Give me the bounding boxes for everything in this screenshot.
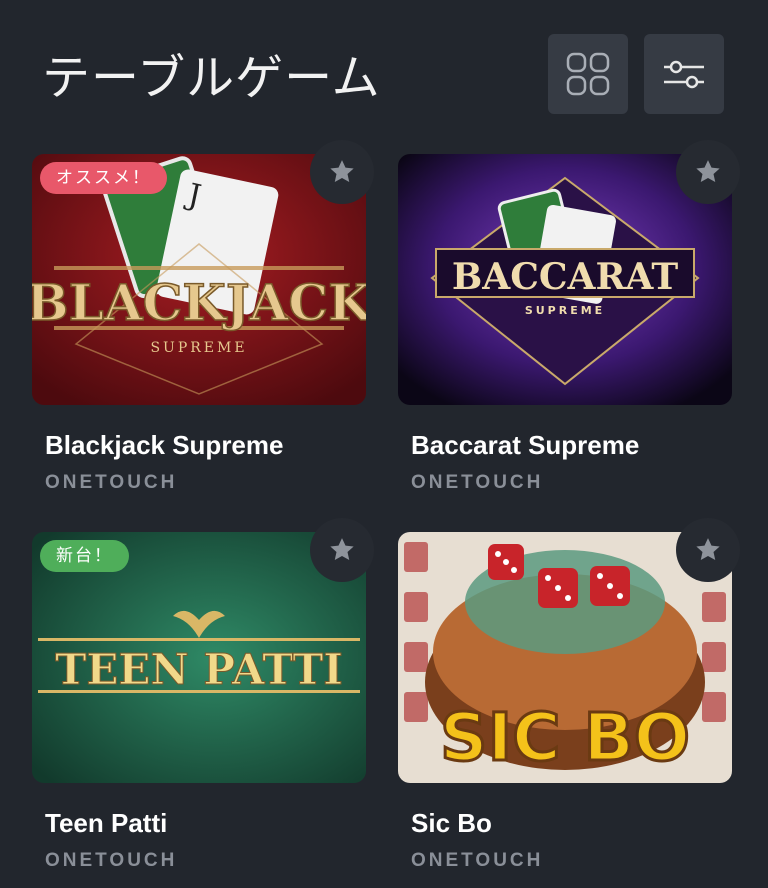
art-title: BLACKJACK — [32, 273, 366, 332]
badge-recommended: オススメ！ — [40, 162, 167, 194]
game-provider: ONETOUCH — [45, 850, 178, 871]
game-name[interactable]: Sic Bo — [411, 808, 492, 839]
page-title: テーブルゲーム — [42, 50, 381, 106]
game-provider: ONETOUCH — [411, 472, 544, 493]
game-provider: ONETOUCH — [411, 850, 544, 871]
favorite-button[interactable] — [310, 140, 374, 204]
star-icon — [330, 160, 354, 182]
badge-new: 新台！ — [40, 540, 129, 572]
filter-button[interactable] — [644, 34, 724, 114]
game-name[interactable]: Teen Patti — [45, 808, 167, 839]
art-title: TEEN PATTI — [55, 645, 343, 694]
grid-view-button[interactable] — [548, 34, 628, 114]
favorite-button[interactable] — [676, 140, 740, 204]
star-icon — [696, 160, 720, 182]
filter-sliders-icon — [664, 60, 704, 89]
favorite-button[interactable] — [676, 518, 740, 582]
star-icon — [696, 538, 720, 560]
favorite-button[interactable] — [310, 518, 374, 582]
star-icon — [330, 538, 354, 560]
game-name[interactable]: Blackjack Supreme — [45, 430, 283, 461]
game-name[interactable]: Baccarat Supreme — [411, 430, 639, 461]
grid-view-icon — [566, 52, 610, 96]
art-subtitle: SUPREME — [525, 304, 605, 317]
game-provider: ONETOUCH — [45, 472, 178, 493]
art-title: BACCARAT — [452, 256, 678, 298]
art-title: SIC BO — [440, 699, 690, 776]
art-subtitle: SUPREME — [150, 340, 247, 356]
